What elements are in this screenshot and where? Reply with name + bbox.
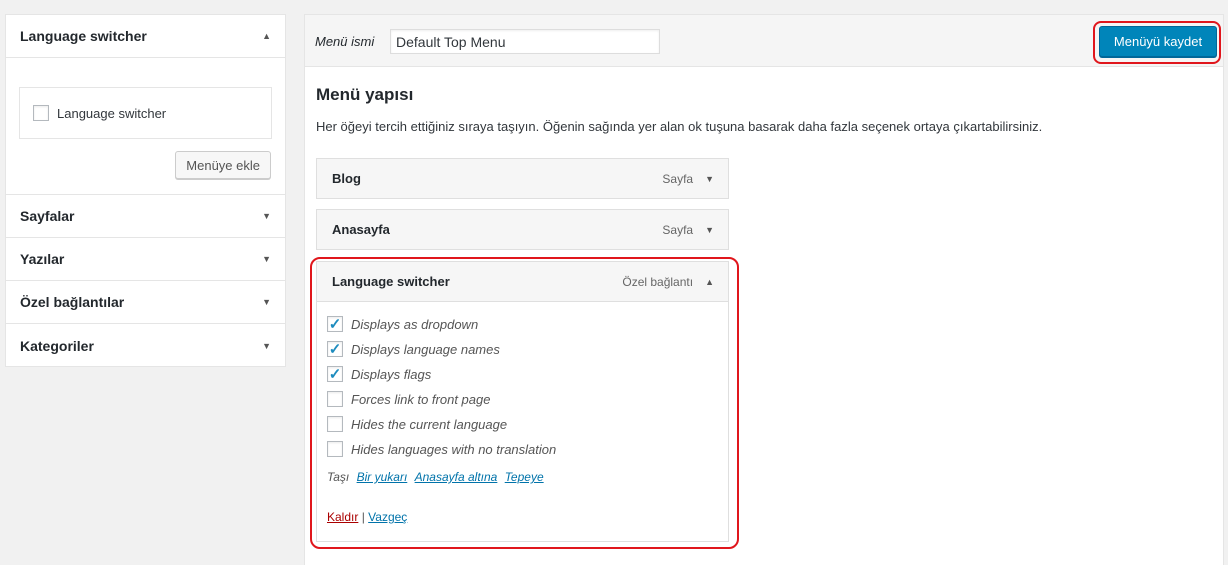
menu-item-type: Özel bağlantı [622,274,694,289]
option-checkbox[interactable] [327,391,343,407]
menu-structure-description: Her öğeyi tercih ettiğiniz sıraya taşıyı… [316,119,1043,134]
menu-item-type-wrap: Özel bağlantı ▲ [622,275,714,289]
option-checkbox[interactable]: ✓ [327,366,343,382]
checkmark-icon: ✓ [328,315,342,333]
move-under-link[interactable]: Anasayfa altına [415,470,498,484]
language-switcher-body: Language switcher Menüye ekle [6,58,285,195]
accordion-title: Language switcher [20,28,147,44]
add-to-menu-button[interactable]: Menüye ekle [175,151,271,179]
menu-item-title: Language switcher [332,274,450,289]
option-flags[interactable]: ✓ Displays flags [327,366,431,382]
option-language-names[interactable]: ✓ Displays language names [327,341,500,357]
remove-link[interactable]: Kaldır [327,510,358,524]
checkmark-icon: ✓ [328,340,342,358]
caret-down-icon[interactable]: ▼ [705,225,714,235]
accordion-title: Özel bağlantılar [20,294,125,310]
caret-down-icon[interactable]: ▼ [262,254,271,264]
option-dropdown[interactable]: ✓ Displays as dropdown [327,316,478,332]
menu-item-type-wrap: Sayfa ▼ [662,223,714,237]
accordion-pages[interactable]: Sayfalar ▼ [6,195,285,238]
caret-down-icon[interactable]: ▼ [262,297,271,307]
checkmark-icon: ✓ [328,365,342,383]
option-label: Displays language names [351,341,500,357]
language-switcher-checkbox[interactable] [33,105,49,121]
menu-item-blog[interactable]: Blog Sayfa ▼ [316,158,729,199]
accordion-title: Sayfalar [20,208,75,224]
caret-down-icon[interactable]: ▼ [262,341,271,351]
save-menu-button[interactable]: Menüyü kaydet [1099,26,1217,57]
option-checkbox[interactable]: ✓ [327,341,343,357]
option-label: Forces link to front page [351,391,491,407]
caret-down-icon[interactable]: ▼ [705,174,714,184]
option-checkbox[interactable] [327,416,343,432]
option-label: Hides the current language [351,416,508,432]
menu-structure-title: Menü yapısı [316,85,414,104]
menu-name-input[interactable] [390,29,660,54]
menu-item-language-switcher: Language switcher Özel bağlantı ▲ ✓ Disp… [316,261,729,542]
option-label: Displays flags [351,366,432,382]
accordion-posts[interactable]: Yazılar ▼ [6,238,285,281]
item-actions: Kaldır | Vazgeç [327,510,407,524]
menu-item-title: Blog [332,171,361,186]
move-top-link[interactable]: Tepeye [505,470,544,484]
caret-up-icon[interactable]: ▲ [705,277,714,287]
action-separator: | [361,510,365,524]
option-force-front-page[interactable]: Forces link to front page [327,391,490,407]
option-checkbox[interactable]: ✓ [327,316,343,332]
move-up-link[interactable]: Bir yukarı [357,470,408,484]
accordion-title: Kategoriler [20,337,94,354]
menu-items-panel: Language switcher ▲ Language switcher Me… [5,14,286,367]
menu-item-header[interactable]: Language switcher Özel bağlantı ▲ [317,262,728,302]
menu-item-type: Sayfa [662,222,694,237]
cancel-link[interactable]: Vazgeç [368,510,407,524]
option-label: Hides languages with no translation [351,441,557,457]
menu-header: Menü ismi Menüyü kaydet [305,15,1223,67]
accordion-language-switcher[interactable]: Language switcher ▲ [6,15,285,58]
menu-name-label: Menü ismi [315,34,375,49]
move-label: Taşı [327,470,350,484]
accordion-custom-links[interactable]: Özel bağlantılar ▼ [6,281,285,324]
checkbox-label: Language switcher [57,105,167,121]
caret-down-icon[interactable]: ▼ [262,211,271,221]
menu-item-anasayfa[interactable]: Anasayfa Sayfa ▼ [316,209,729,250]
menu-item-type-wrap: Sayfa ▼ [662,172,714,186]
option-hide-untranslated[interactable]: Hides languages with no translation [327,441,556,457]
option-hide-current[interactable]: Hides the current language [327,416,507,432]
language-switcher-list: Language switcher [19,87,272,139]
menu-item-type: Sayfa [662,171,694,186]
accordion-title: Yazılar [20,251,65,267]
option-checkbox[interactable] [327,441,343,457]
move-links: Taşı Bir yukarı Anasayfa altına Tepeye [327,470,544,484]
caret-up-icon[interactable]: ▲ [262,31,271,41]
option-label: Displays as dropdown [351,316,479,332]
accordion-categories[interactable]: Kategoriler ▼ [6,324,285,367]
menu-editor: Menü ismi Menüyü kaydet Menü yapısı Her … [304,14,1224,565]
menu-item-title: Anasayfa [332,222,390,237]
